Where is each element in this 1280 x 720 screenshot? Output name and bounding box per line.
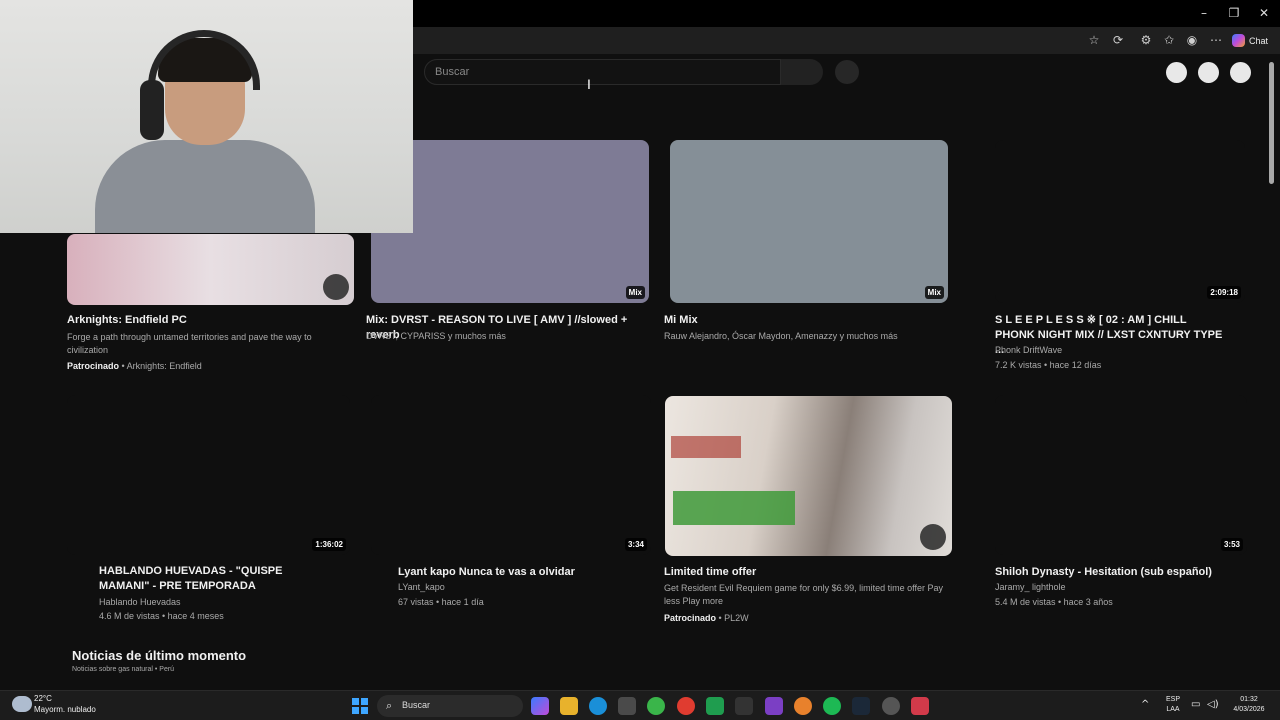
channel-name[interactable]: Rauw Alejandro, Óscar Maydon, Amenazzy y… [664, 330, 898, 343]
video-stats: 7.2 K vistas • hace 12 días [995, 360, 1102, 370]
video-title[interactable]: HABLANDO HUEVADAS - "QUISPE MAMANI" - PR… [99, 564, 334, 594]
video-title[interactable]: Limited time offer [664, 565, 756, 580]
promo-banner [673, 491, 795, 525]
visual-studio-icon[interactable] [765, 697, 783, 715]
video-thumbnail[interactable]: 3:34 [371, 395, 651, 555]
game-logo [671, 436, 741, 458]
more-icon[interactable]: ⋯ [1208, 32, 1224, 48]
search-button[interactable] [781, 59, 823, 85]
keyboard-layout: LAA [1166, 706, 1180, 713]
ad-info-icon[interactable] [920, 524, 946, 550]
channel-name[interactable]: Jaramy_ lighthole [995, 581, 1066, 594]
video-thumbnail[interactable]: Mix [670, 140, 948, 303]
video-stats: 67 vistas • hace 1 día [398, 597, 484, 607]
text-cursor-icon: I [587, 76, 591, 92]
spotify-icon[interactable] [823, 697, 841, 715]
duration-badge: 3:53 [1220, 538, 1243, 551]
file-explorer-icon[interactable] [560, 697, 578, 715]
extension-icon[interactable]: ⚙ [1138, 32, 1154, 48]
video-thumbnail[interactable]: 3:53 [995, 395, 1247, 555]
windows-taskbar: 22°C Mayorm. nublado ⌕ Buscar ^ ESP LAA … [0, 690, 1280, 720]
channel-name[interactable]: Phonk DriftWave [995, 344, 1062, 357]
obs-icon[interactable] [882, 697, 900, 715]
video-thumbnail[interactable]: 2:09:18 [995, 140, 1245, 303]
taskbar-search-label: Buscar [402, 700, 431, 710]
duration-badge: 3:34 [624, 538, 647, 551]
video-stats: 5.4 M de vistas • hace 3 años [995, 597, 1113, 607]
headphones-band [148, 30, 260, 90]
copilot-chat-button[interactable]: Chat [1232, 31, 1268, 50]
chevron-up-icon[interactable]: ^ [1141, 699, 1149, 710]
sponsored-label: Patrocinado [67, 361, 120, 371]
video-thumbnail[interactable] [67, 234, 354, 305]
voice-search-button[interactable] [835, 60, 859, 84]
account-avatar[interactable] [1230, 62, 1251, 83]
close-icon[interactable]: ✕ [1257, 6, 1271, 20]
video-title[interactable]: Arknights: Endfield PC [67, 313, 354, 328]
channel-name[interactable]: Arknights: Endfield [127, 361, 202, 371]
scrollbar-thumb[interactable] [1269, 62, 1274, 184]
video-meta: Patrocinado • Arknights: Endfield [67, 361, 202, 371]
terminal-icon[interactable] [735, 697, 753, 715]
game-app-icon[interactable] [647, 697, 665, 715]
refresh-extension-icon[interactable]: ⟳ [1110, 32, 1126, 48]
video-description: Forge a path through untamed territories… [67, 332, 312, 355]
search-box[interactable] [424, 59, 781, 85]
video-stats: 4.6 M de vistas • hace 4 meses [99, 611, 224, 621]
mix-badge: Mix [924, 286, 944, 299]
sponsored-label: Patrocinado [664, 613, 717, 623]
mix-badge: Mix [625, 286, 645, 299]
language-code: ESP [1165, 696, 1180, 703]
recording-app-icon[interactable] [911, 697, 929, 715]
weather-temperature[interactable]: 22°C [34, 694, 52, 703]
copilot-icon [1232, 34, 1245, 47]
chat-label: Chat [1249, 35, 1269, 46]
clock-time: 01:32 [1240, 696, 1258, 703]
clock[interactable]: 01:32 4/03/2026 [1224, 695, 1274, 715]
video-thumbnail[interactable] [665, 396, 952, 556]
video-description: Get Resident Evil Requiem game for only … [664, 583, 943, 606]
network-icon[interactable]: ▭ [1191, 699, 1200, 710]
video-thumbnail[interactable]: 1:36:02 [67, 395, 350, 555]
video-title[interactable]: Shiloh Dynasty - Hesitation (sub español… [995, 565, 1212, 580]
edge-browser-icon[interactable] [589, 697, 607, 715]
video-meta: Patrocinado • PL2W [664, 613, 749, 623]
create-button[interactable] [1166, 62, 1187, 83]
ad-info-icon[interactable] [323, 274, 349, 300]
channel-name[interactable]: Hablando Huevadas [99, 596, 181, 609]
restore-icon[interactable]: ❐ [1227, 6, 1241, 20]
search-icon: ⌕ [386, 699, 393, 712]
headphones-earcup [140, 80, 164, 140]
profile-icon[interactable]: ◉ [1184, 32, 1200, 48]
language-indicator[interactable]: ESP LAA [1160, 695, 1186, 715]
notifications-button[interactable] [1198, 62, 1219, 83]
duration-badge: 2:09:18 [1207, 286, 1241, 299]
webcam-person-shirt [95, 140, 315, 233]
video-title[interactable]: Mi Mix [664, 313, 698, 328]
clock-date: 4/03/2026 [1233, 706, 1265, 713]
search-input[interactable] [435, 66, 735, 78]
duration-badge: 1:36:02 [312, 538, 346, 551]
news-section-title: Noticias de último momento [72, 648, 247, 663]
webcam-overlay [0, 0, 413, 233]
weather-condition[interactable]: Mayorm. nublado [34, 705, 96, 714]
blender-icon[interactable] [794, 697, 812, 715]
channel-name[interactable]: DVRST, CYPARISS y muchos más [366, 330, 506, 343]
minimize-icon[interactable]: – [1197, 6, 1211, 20]
copilot-app-icon[interactable] [531, 697, 549, 715]
windows-start-icon[interactable] [352, 698, 368, 714]
channel-name[interactable]: LYant_kapo [398, 581, 445, 594]
volume-icon[interactable]: ◁) [1207, 699, 1219, 710]
store-icon[interactable] [618, 697, 636, 715]
video-title[interactable]: Lyant kapo Nunca te vas a olvidar [398, 565, 575, 580]
news-section-subtitle: Noticias sobre gas natural • Perú [72, 666, 175, 673]
weather-cloud-icon[interactable] [12, 696, 32, 712]
star-icon[interactable]: ☆ [1086, 32, 1102, 48]
channel-name[interactable]: PL2W [724, 613, 749, 623]
taskbar-search[interactable]: ⌕ Buscar [377, 695, 523, 717]
favorites-icon[interactable]: ✩ [1161, 32, 1177, 48]
steam-icon[interactable] [852, 697, 870, 715]
xbox-app-icon[interactable] [706, 697, 724, 715]
chrome-icon[interactable] [677, 697, 695, 715]
